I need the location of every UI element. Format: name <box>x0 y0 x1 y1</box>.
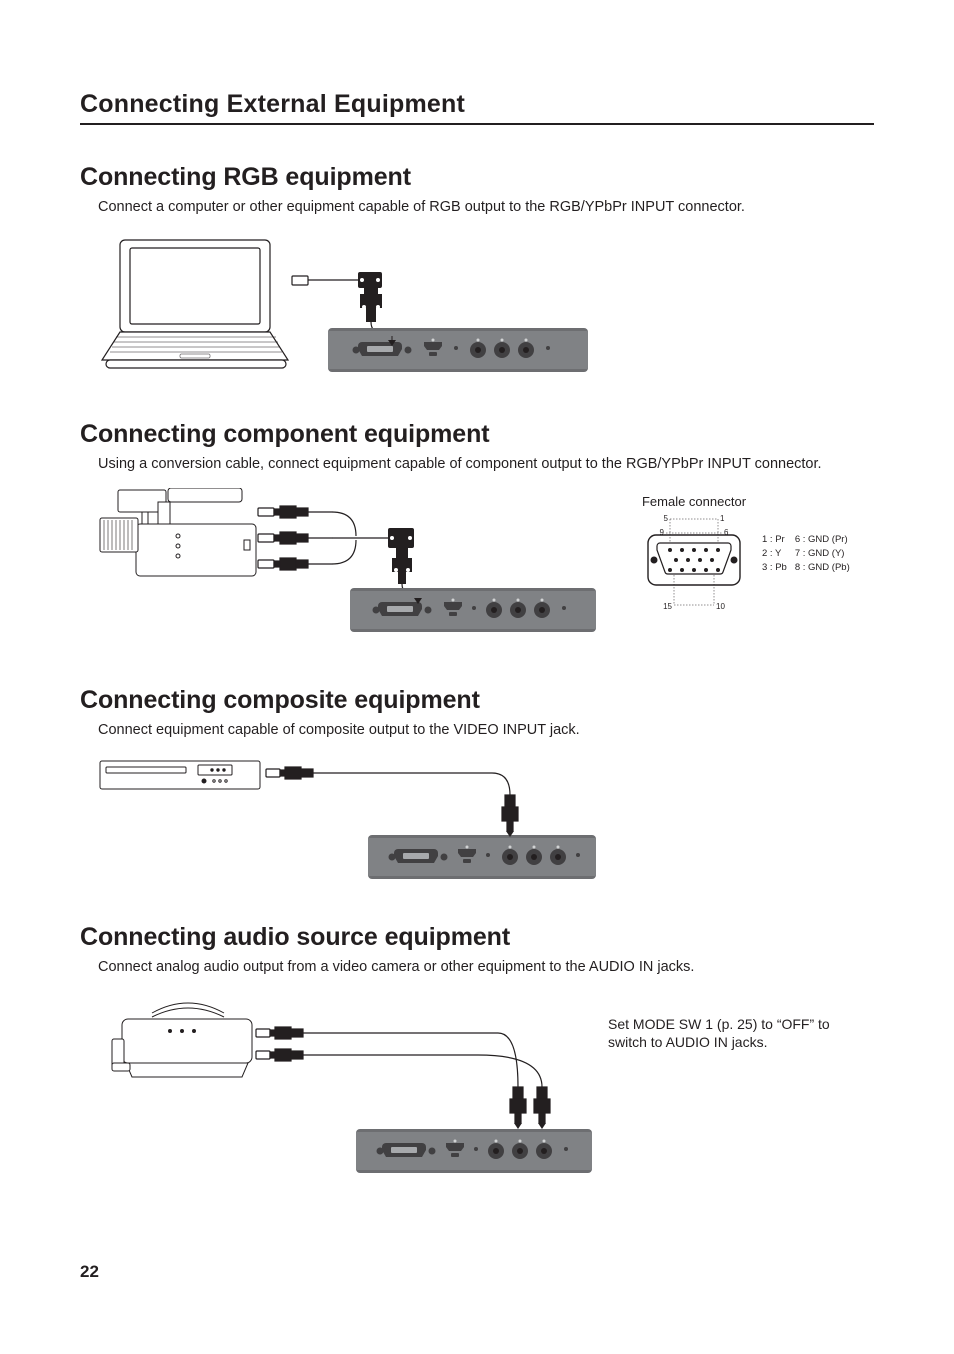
svg-text:15: 15 <box>663 602 672 611</box>
section-title-component: Connecting component equipment <box>80 420 874 449</box>
svg-text:1: 1 <box>720 514 725 523</box>
section-component: Connecting component equipment Using a c… <box>80 420 874 649</box>
section-body-composite: Connect equipment capable of composite o… <box>98 721 874 741</box>
diagram-component <box>98 488 598 648</box>
section-title-composite: Connecting composite equipment <box>80 686 874 715</box>
svg-text:5: 5 <box>664 514 669 523</box>
chapter-title: Connecting External Equipment <box>80 90 874 125</box>
diagram-rgb <box>98 232 598 382</box>
pin-table: 1 : Pr6 : GND (Pr) 2 : Y7 : GND (Y) 3 : … <box>760 532 858 576</box>
section-body-component: Using a conversion cable, connect equipm… <box>98 455 874 475</box>
section-rgb: Connecting RGB equipment Connect a compu… <box>80 163 874 382</box>
page-number: 22 <box>80 1262 99 1282</box>
section-audio: Connecting audio source equipment Connec… <box>80 923 874 1192</box>
section-title-rgb: Connecting RGB equipment <box>80 163 874 192</box>
section-title-audio: Connecting audio source equipment <box>80 923 874 952</box>
section-body-rgb: Connect a computer or other equipment ca… <box>98 198 874 218</box>
diagram-composite <box>98 755 598 885</box>
svg-text:10: 10 <box>716 602 725 611</box>
connector-caption: Female connector <box>638 494 750 509</box>
section-body-audio: Connect analog audio output from a video… <box>98 958 874 978</box>
section-composite: Connecting composite equipment Connect e… <box>80 686 874 885</box>
audio-note: Set MODE SW 1 (p. 25) to “OFF” to switch… <box>608 1015 838 1051</box>
female-connector-icon: 5 1 9 6 15 10 <box>638 513 750 613</box>
pinout-block: Female connector 5 1 9 6 15 10 <box>638 494 858 613</box>
diagram-audio <box>98 991 598 1191</box>
